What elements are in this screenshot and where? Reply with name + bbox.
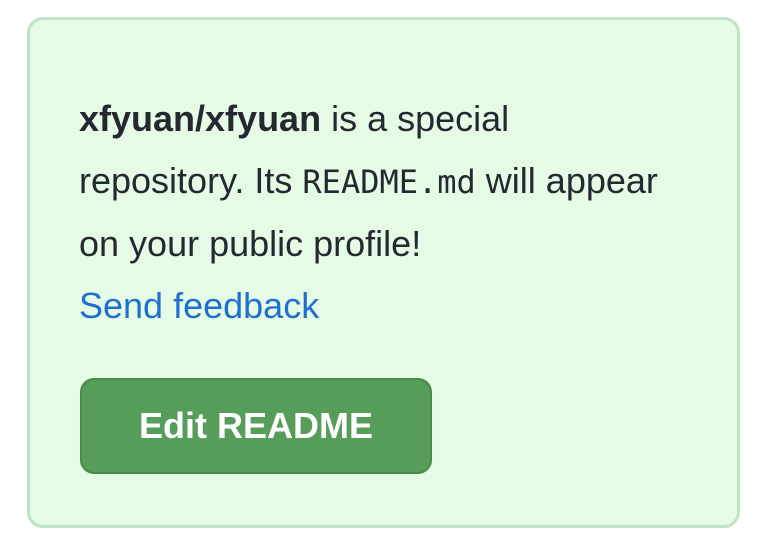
edit-readme-button[interactable]: Edit README bbox=[80, 378, 432, 474]
repo-name: xfyuan/xfyuan bbox=[79, 98, 322, 139]
readme-filename: README.md bbox=[302, 163, 476, 201]
send-feedback-link[interactable]: Send feedback bbox=[79, 285, 319, 326]
special-repo-notice-card: xfyuan/xfyuan is a special repository. I… bbox=[27, 17, 740, 528]
notice-message: xfyuan/xfyuan is a special repository. I… bbox=[79, 88, 679, 337]
